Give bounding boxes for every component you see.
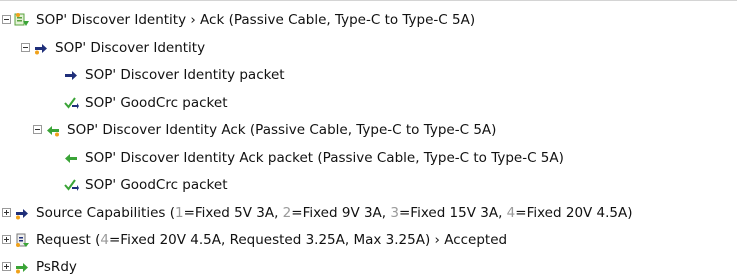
row-label: PsRdy xyxy=(36,258,77,275)
row-label: SOP' GoodCrc packet xyxy=(85,176,228,193)
arrow-left-green-dot-icon xyxy=(45,122,61,138)
pdo-index: 4 xyxy=(506,204,516,221)
tree-row-source-capabilities[interactable]: Source Capabilities (1=Fixed 5V 3A, 2=Fi… xyxy=(0,199,633,226)
collapse-toggle-icon[interactable] xyxy=(33,125,42,134)
top-divider xyxy=(0,0,737,1)
row-label: SOP' Discover Identity Ack packet (Passi… xyxy=(85,149,564,166)
tree-row-goodcrc-packet[interactable]: SOP' GoodCrc packet xyxy=(0,89,227,116)
label-prefix: Request ( xyxy=(36,231,101,248)
pdo-text: =Fixed 15V 3A, xyxy=(398,204,507,221)
check-arrow-icon xyxy=(63,177,79,193)
collapse-toggle-icon[interactable] xyxy=(21,43,30,52)
label-prefix: Source Capabilities ( xyxy=(36,204,175,221)
request-icon xyxy=(14,232,30,248)
row-label: SOP' Discover Identity › Ack (Passive Ca… xyxy=(36,11,476,28)
arrow-left-green-icon xyxy=(63,150,79,166)
tree-row-goodcrc-packet[interactable]: SOP' GoodCrc packet xyxy=(0,171,227,198)
pdo-text: =Fixed 9V 3A, xyxy=(291,204,391,221)
expand-toggle-icon[interactable] xyxy=(2,235,11,244)
label-suffix: =Fixed 20V 4.5A, Requested 3.25A, Max 3.… xyxy=(109,231,508,248)
tree-row-discover-identity-packet[interactable]: SOP' Discover Identity packet xyxy=(0,61,285,88)
tree-row-discover-identity-ack-packet[interactable]: SOP' Discover Identity Ack packet (Passi… xyxy=(0,144,564,171)
tree-row-discover-identity-transaction[interactable]: SOP' Discover Identity › Ack (Passive Ca… xyxy=(0,6,475,33)
row-label: SOP' Discover Identity Ack (Passive Cabl… xyxy=(67,121,497,138)
row-label: SOP' Discover Identity xyxy=(55,39,206,56)
arrow-right-navy-icon xyxy=(63,67,79,83)
row-label: SOP' GoodCrc packet xyxy=(85,94,228,111)
pdo-index: 4 xyxy=(100,231,109,248)
transaction-green-icon xyxy=(14,12,30,28)
pdo-text: =Fixed 5V 3A, xyxy=(183,204,283,221)
pdo-index: 1 xyxy=(174,204,184,221)
pdo-text: =Fixed 20V 4.5A) xyxy=(515,204,633,221)
check-arrow-icon xyxy=(63,95,79,111)
tree-row-request[interactable]: Request (4=Fixed 20V 4.5A, Requested 3.2… xyxy=(0,226,507,253)
row-label: Source Capabilities (1=Fixed 5V 3A, 2=Fi… xyxy=(36,205,633,221)
expand-toggle-icon[interactable] xyxy=(2,208,11,217)
pdo-index: 3 xyxy=(390,204,399,221)
tree-row-discover-identity[interactable]: SOP' Discover Identity xyxy=(0,34,205,61)
expand-toggle-icon[interactable] xyxy=(2,262,11,271)
arrow-right-navy-orange-dot-icon xyxy=(14,205,30,221)
tree-row-psrdy[interactable]: PsRdy xyxy=(0,253,77,280)
row-label: SOP' Discover Identity packet xyxy=(85,66,285,83)
collapse-toggle-icon[interactable] xyxy=(2,15,11,24)
arrow-right-orange-dot-icon xyxy=(33,40,49,56)
tree-row-discover-identity-ack[interactable]: SOP' Discover Identity Ack (Passive Cabl… xyxy=(0,116,496,143)
row-label: Request (4=Fixed 20V 4.5A, Requested 3.2… xyxy=(36,232,507,248)
arrow-right-green-orange-dot-icon xyxy=(14,259,30,275)
pdo-index: 2 xyxy=(282,204,292,221)
